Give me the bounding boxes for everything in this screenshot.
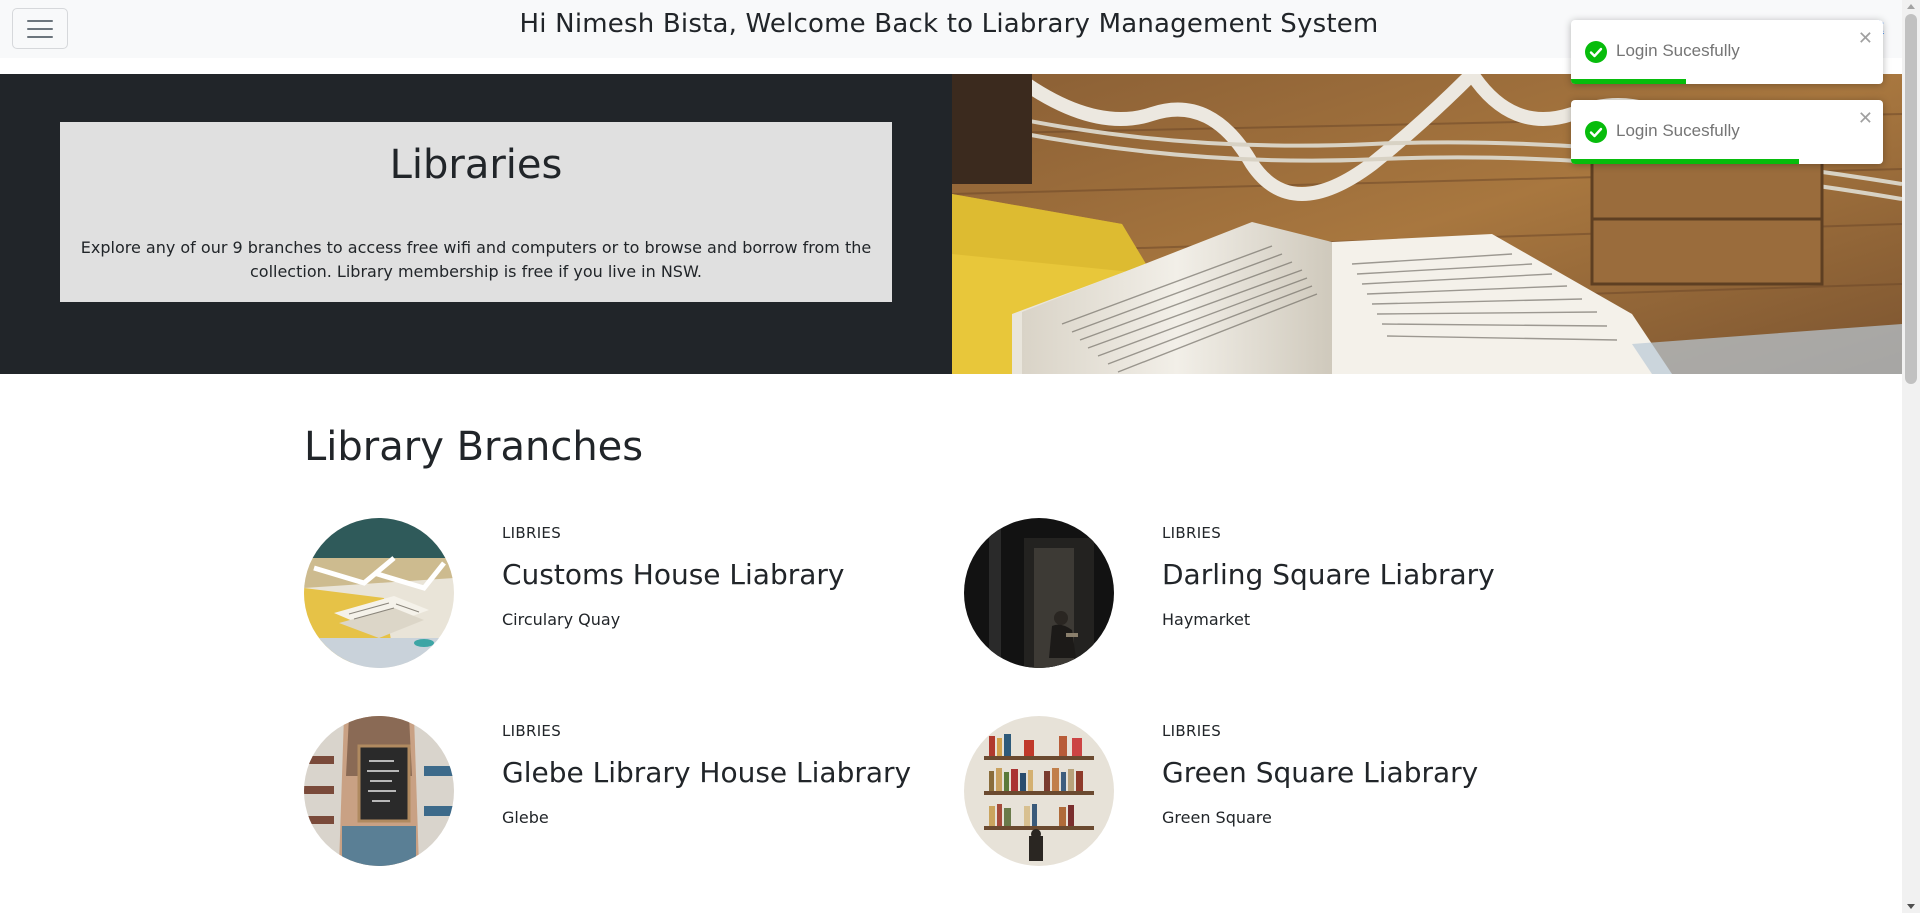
toast-notification[interactable]: Login Sucesfully ✕ <box>1571 100 1883 164</box>
hero-description: Explore any of our 9 branches to access … <box>80 238 872 281</box>
branch-name-link[interactable]: Customs House Liabrary <box>502 558 844 591</box>
scroll-up-arrow-icon[interactable] <box>1907 4 1915 9</box>
hero-title: Libraries <box>389 142 563 188</box>
toast-progress-bar <box>1571 159 1799 164</box>
branch-thumbnail-customs-house <box>304 518 454 668</box>
toast-notification[interactable]: Login Sucesfully ✕ <box>1571 20 1883 84</box>
branch-thumbnail-darling-square <box>964 518 1114 668</box>
branch-location: Haymarket <box>1162 610 1251 629</box>
branch-category-label: LIBRIES <box>502 524 562 542</box>
scroll-down-arrow-icon[interactable] <box>1907 904 1915 909</box>
branch-category-label: LIBRIES <box>502 722 562 740</box>
toast-progress-bar <box>1571 79 1687 84</box>
scrollbar-thumb[interactable] <box>1905 14 1917 384</box>
branch-location: Green Square <box>1162 808 1272 827</box>
branch-card: LIBRIES Darling Square Liabrary Haymarke… <box>964 518 1584 670</box>
branch-name-link[interactable]: Glebe Library House Liabrary <box>502 756 911 789</box>
branch-name-link[interactable]: Green Square Liabrary <box>1162 756 1478 789</box>
check-circle-icon <box>1585 121 1607 143</box>
hero-card: Libraries Explore any of our 9 branches … <box>60 122 892 302</box>
close-icon[interactable]: ✕ <box>1858 28 1873 49</box>
branch-location: Circulary Quay <box>502 610 621 629</box>
branch-location: Glebe <box>502 808 549 827</box>
branch-card: LIBRIES Green Square Liabrary Green Squa… <box>964 716 1584 868</box>
check-circle-icon <box>1585 41 1607 63</box>
toast-message: Login Sucesfully <box>1616 121 1740 140</box>
branch-category-label: LIBRIES <box>1162 722 1222 740</box>
person-reading-dark-photo <box>964 518 1114 668</box>
page-scrollbar[interactable] <box>1902 0 1920 913</box>
branch-name-link[interactable]: Darling Square Liabrary <box>1162 558 1495 591</box>
branches-section-title: Library Branches <box>304 424 644 470</box>
toast-message: Login Sucesfully <box>1616 41 1740 60</box>
close-icon[interactable]: ✕ <box>1858 108 1873 129</box>
person-holding-sign-photo <box>304 716 454 866</box>
branch-thumbnail-green-square <box>964 716 1114 866</box>
branch-card: LIBRIES Customs House Liabrary Circulary… <box>304 518 924 670</box>
bookshelf-photo <box>964 716 1114 866</box>
branch-thumbnail-glebe <box>304 716 454 866</box>
branch-category-label: LIBRIES <box>1162 524 1222 542</box>
books-on-table-photo <box>304 518 454 668</box>
branch-card: LIBRIES Glebe Library House Liabrary Gle… <box>304 716 924 868</box>
